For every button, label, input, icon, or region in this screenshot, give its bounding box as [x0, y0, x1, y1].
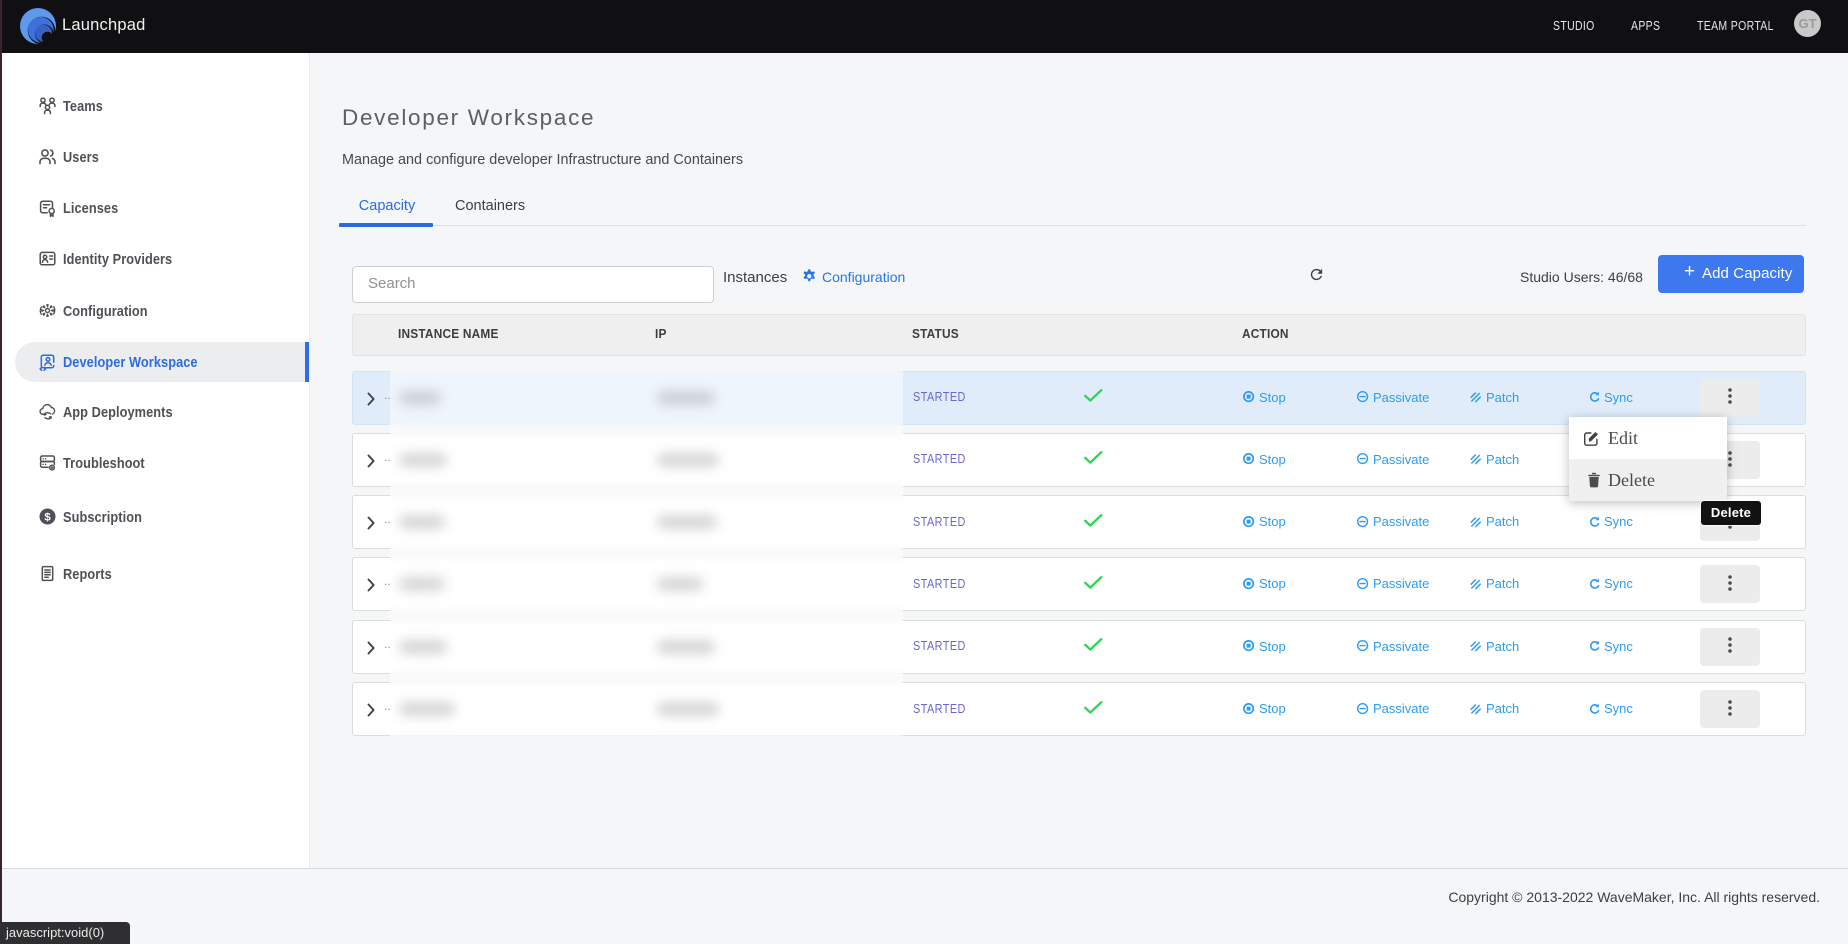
svg-text:$: $	[44, 511, 51, 523]
